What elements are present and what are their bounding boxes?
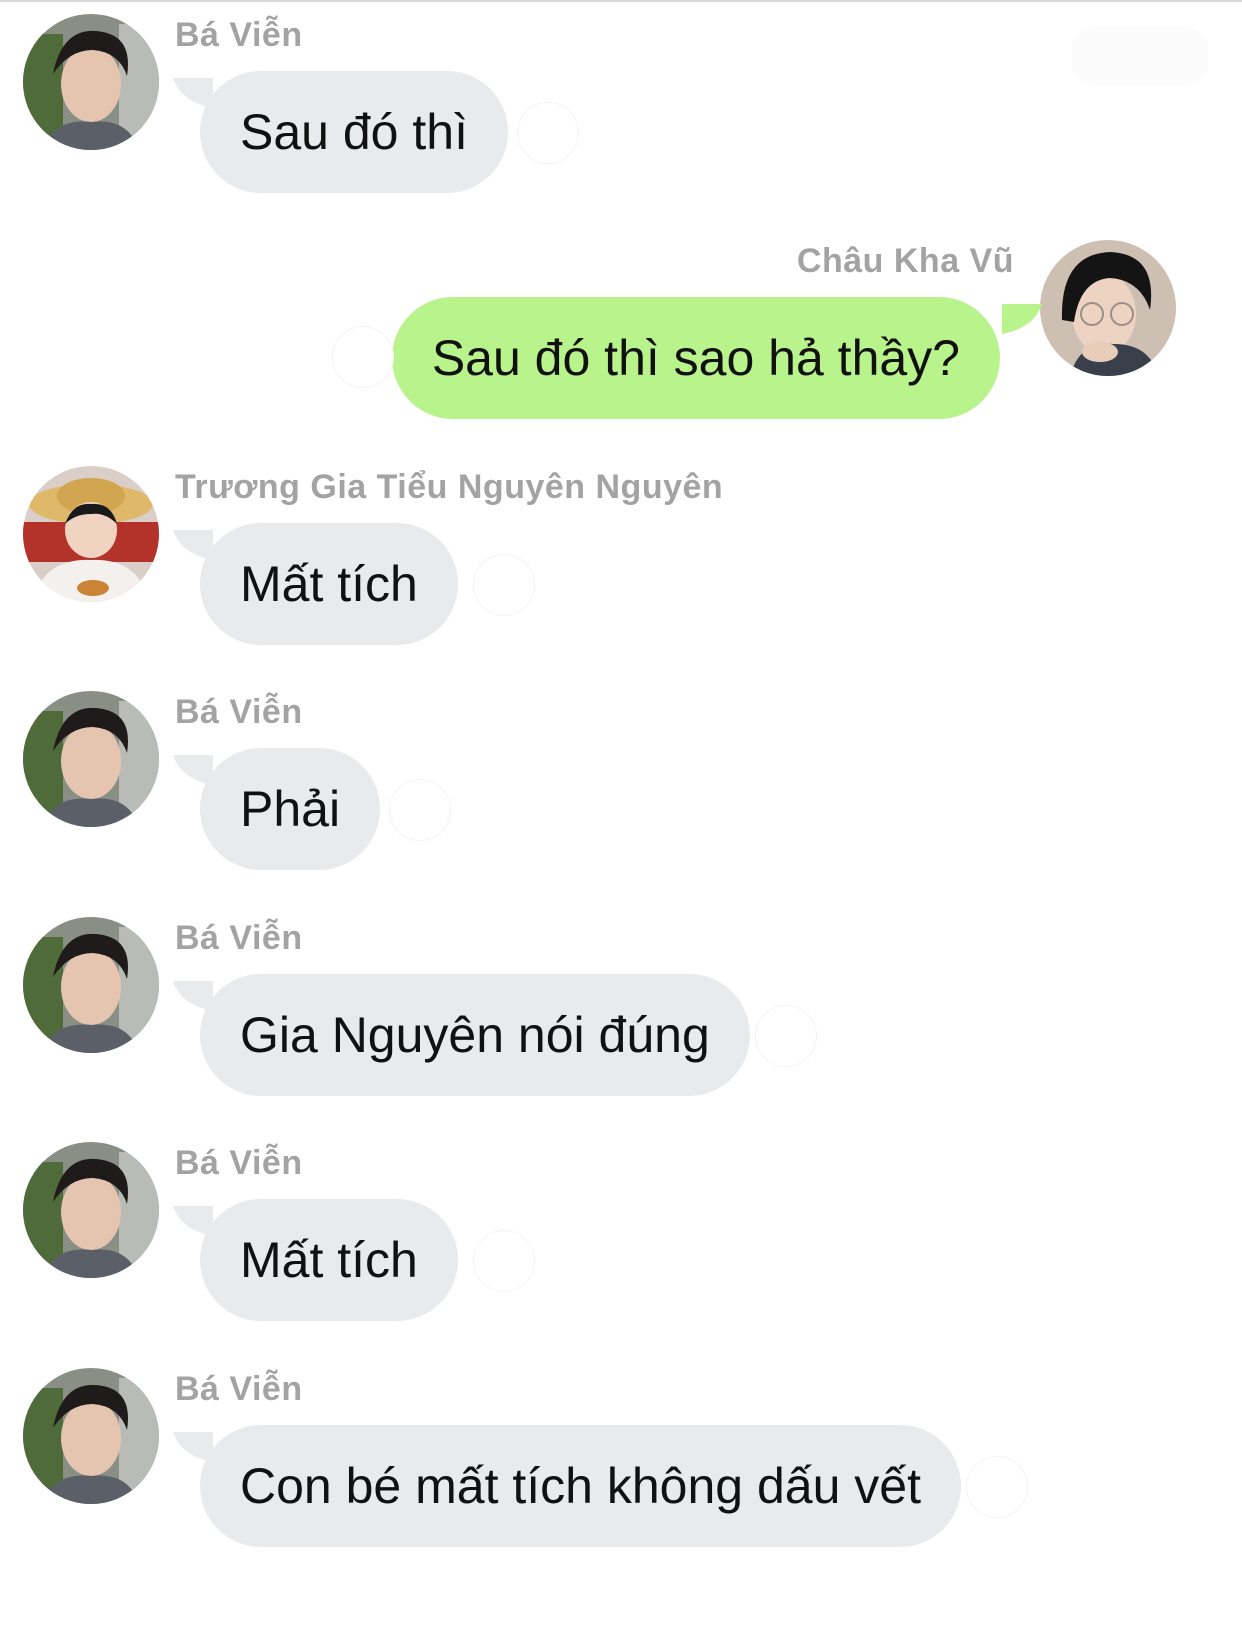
chat-message: Bá Viễn Mất tích (0, 1128, 1242, 1348)
sender-avatar[interactable] (23, 691, 159, 827)
message-bubble[interactable]: Mất tích (200, 523, 458, 645)
sender-name: Bá Viễn (175, 1144, 303, 1182)
sender-name: Châu Kha Vũ (796, 242, 1014, 280)
message-bubble[interactable]: Con bé mất tích không dấu vết (200, 1425, 961, 1547)
chat-message: Bá Viễn Phải (0, 677, 1242, 897)
sender-name: Bá Viễn (175, 919, 303, 957)
reaction-button[interactable] (473, 554, 535, 616)
sender-avatar[interactable] (23, 1368, 159, 1504)
reaction-button[interactable] (755, 1005, 817, 1067)
sender-avatar[interactable] (23, 917, 159, 1053)
message-bubble[interactable]: Sau đó thì (200, 71, 508, 193)
chat-message: Bá Viễn Con bé mất tích không dấu vết (0, 1354, 1242, 1574)
reaction-button[interactable] (517, 102, 579, 164)
reaction-button[interactable] (966, 1456, 1028, 1518)
message-bubble[interactable]: Phải (200, 748, 381, 870)
sender-avatar[interactable] (23, 1142, 159, 1278)
chat-message: Trương Gia Tiểu Nguyên Nguyên Mất tích (0, 452, 1242, 672)
sender-name: Bá Viễn (175, 693, 303, 731)
sender-name: Trương Gia Tiểu Nguyên Nguyên (175, 468, 724, 506)
message-bubble[interactable]: Sau đó thì sao hả thầy? (391, 297, 1000, 419)
message-bubble[interactable]: Mất tích (200, 1199, 458, 1321)
bubble-tail (1002, 304, 1042, 334)
chat-message: Bá Viễn Gia Nguyên nói đúng (0, 903, 1242, 1123)
sender-avatar[interactable] (23, 466, 159, 602)
sender-name: Bá Viễn (175, 1370, 303, 1408)
sender-name: Bá Viễn (175, 16, 303, 54)
reaction-button[interactable] (332, 326, 394, 388)
chat-message: Bá Viễn Sau đó thì (0, 0, 1242, 220)
reaction-button[interactable] (389, 779, 451, 841)
reaction-button[interactable] (473, 1230, 535, 1292)
sender-avatar[interactable] (23, 14, 159, 150)
chat-message: Châu Kha Vũ Sau đó thì sao hả thầy? (0, 226, 1242, 446)
sender-avatar[interactable] (1040, 240, 1176, 376)
message-bubble[interactable]: Gia Nguyên nói đúng (200, 974, 750, 1096)
